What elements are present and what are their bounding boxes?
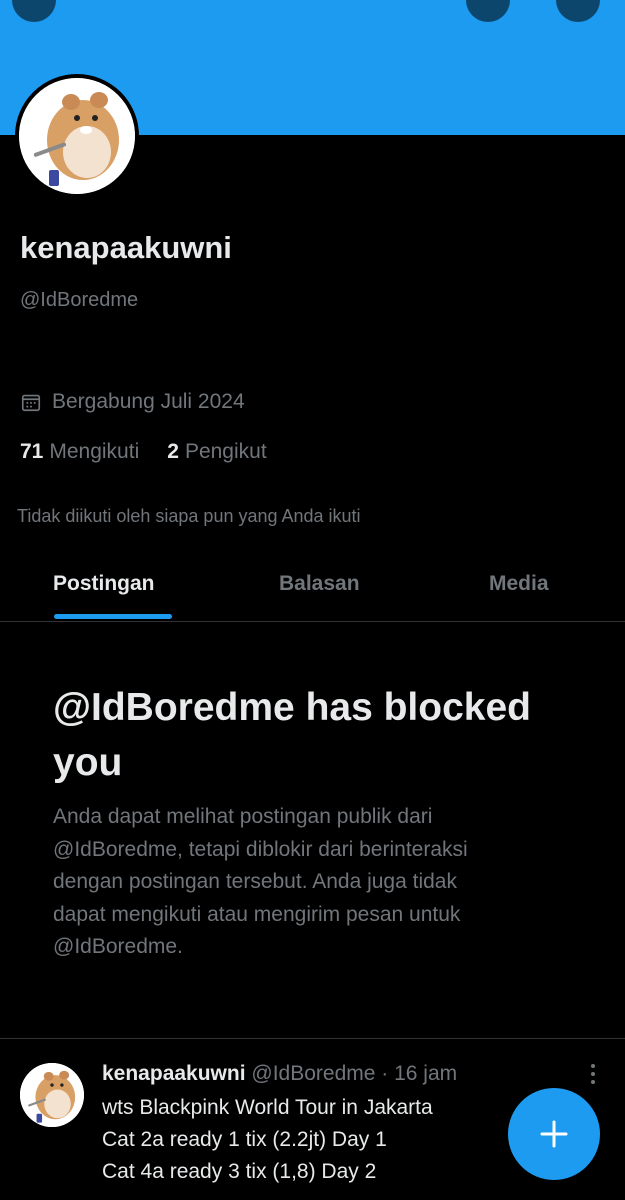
profile-avatar[interactable]	[15, 74, 139, 198]
tab-postingan[interactable]: Postingan	[53, 572, 155, 596]
post-author-name[interactable]: kenapaakuwni	[102, 1062, 246, 1085]
post-line: Cat 4a ready 3 tix (1,8) Day 2	[102, 1160, 377, 1183]
active-tab-indicator	[54, 614, 172, 619]
back-button[interactable]	[12, 0, 56, 22]
mutual-followers-note: Tidak diikuti oleh siapa pun yang Anda i…	[17, 506, 361, 526]
compose-button[interactable]	[508, 1088, 600, 1180]
blocked-title: @IdBoredme has blocked you	[53, 680, 593, 790]
post-avatar[interactable]	[20, 1063, 84, 1127]
post-meta: @IdBoredme · 16 jam	[251, 1062, 458, 1085]
following-label: Mengikuti	[49, 440, 140, 463]
tab-media[interactable]: Media	[489, 572, 549, 596]
hamster-icon	[19, 78, 135, 194]
post-text: wts Blackpink World Tour in Jakarta Cat …	[102, 1092, 433, 1188]
profile-handle: @IdBoredme	[20, 289, 139, 311]
hamster-icon	[20, 1063, 84, 1127]
blocked-title-line: you	[53, 741, 123, 784]
tab-balasan[interactable]: Balasan	[279, 572, 360, 596]
followers-count: 2	[167, 440, 179, 463]
joined-date: Bergabung Juli 2024	[20, 390, 245, 414]
more-vertical-icon[interactable]	[589, 1064, 597, 1088]
joined-label: Bergabung Juli 2024	[52, 390, 245, 413]
follow-stats: 71 Mengikuti 2 Pengikut	[20, 440, 267, 464]
post-line: wts Blackpink World Tour in Jakarta	[102, 1096, 433, 1119]
blocked-description: Anda dapat melihat postingan publik dari…	[53, 801, 573, 964]
following-link[interactable]: 71 Mengikuti	[20, 440, 139, 464]
search-button[interactable]	[466, 0, 510, 22]
blocked-body-line: @IdBoredme, tetapi diblokir dari berinte…	[53, 837, 468, 861]
post-header: kenapaakuwni @IdBoredme · 16 jam	[102, 1062, 457, 1086]
blocked-body-line: @IdBoredme.	[53, 935, 183, 958]
followers-link[interactable]: 2 Pengikut	[167, 440, 266, 464]
plus-icon	[540, 1120, 568, 1148]
blocked-title-line: @IdBoredme has blocked	[53, 686, 531, 729]
followers-label: Pengikut	[184, 440, 267, 463]
divider	[0, 1038, 625, 1039]
post-line: Cat 2a ready 1 tix (2.2jt) Day 1	[102, 1128, 387, 1151]
profile-tabs: Postingan Balasan Media	[0, 556, 625, 622]
blocked-body-line: dengan postingan tersebut. Anda juga tid…	[53, 870, 457, 893]
more-options-button[interactable]	[556, 0, 600, 22]
blocked-body-line: Anda dapat melihat postingan publik dari	[53, 805, 433, 828]
following-count: 71	[20, 440, 44, 463]
profile-display-name: kenapaakuwni	[20, 230, 232, 265]
calendar-icon	[21, 394, 41, 412]
blocked-body-line: dapat mengikuti atau mengirim pesan untu…	[53, 902, 461, 926]
